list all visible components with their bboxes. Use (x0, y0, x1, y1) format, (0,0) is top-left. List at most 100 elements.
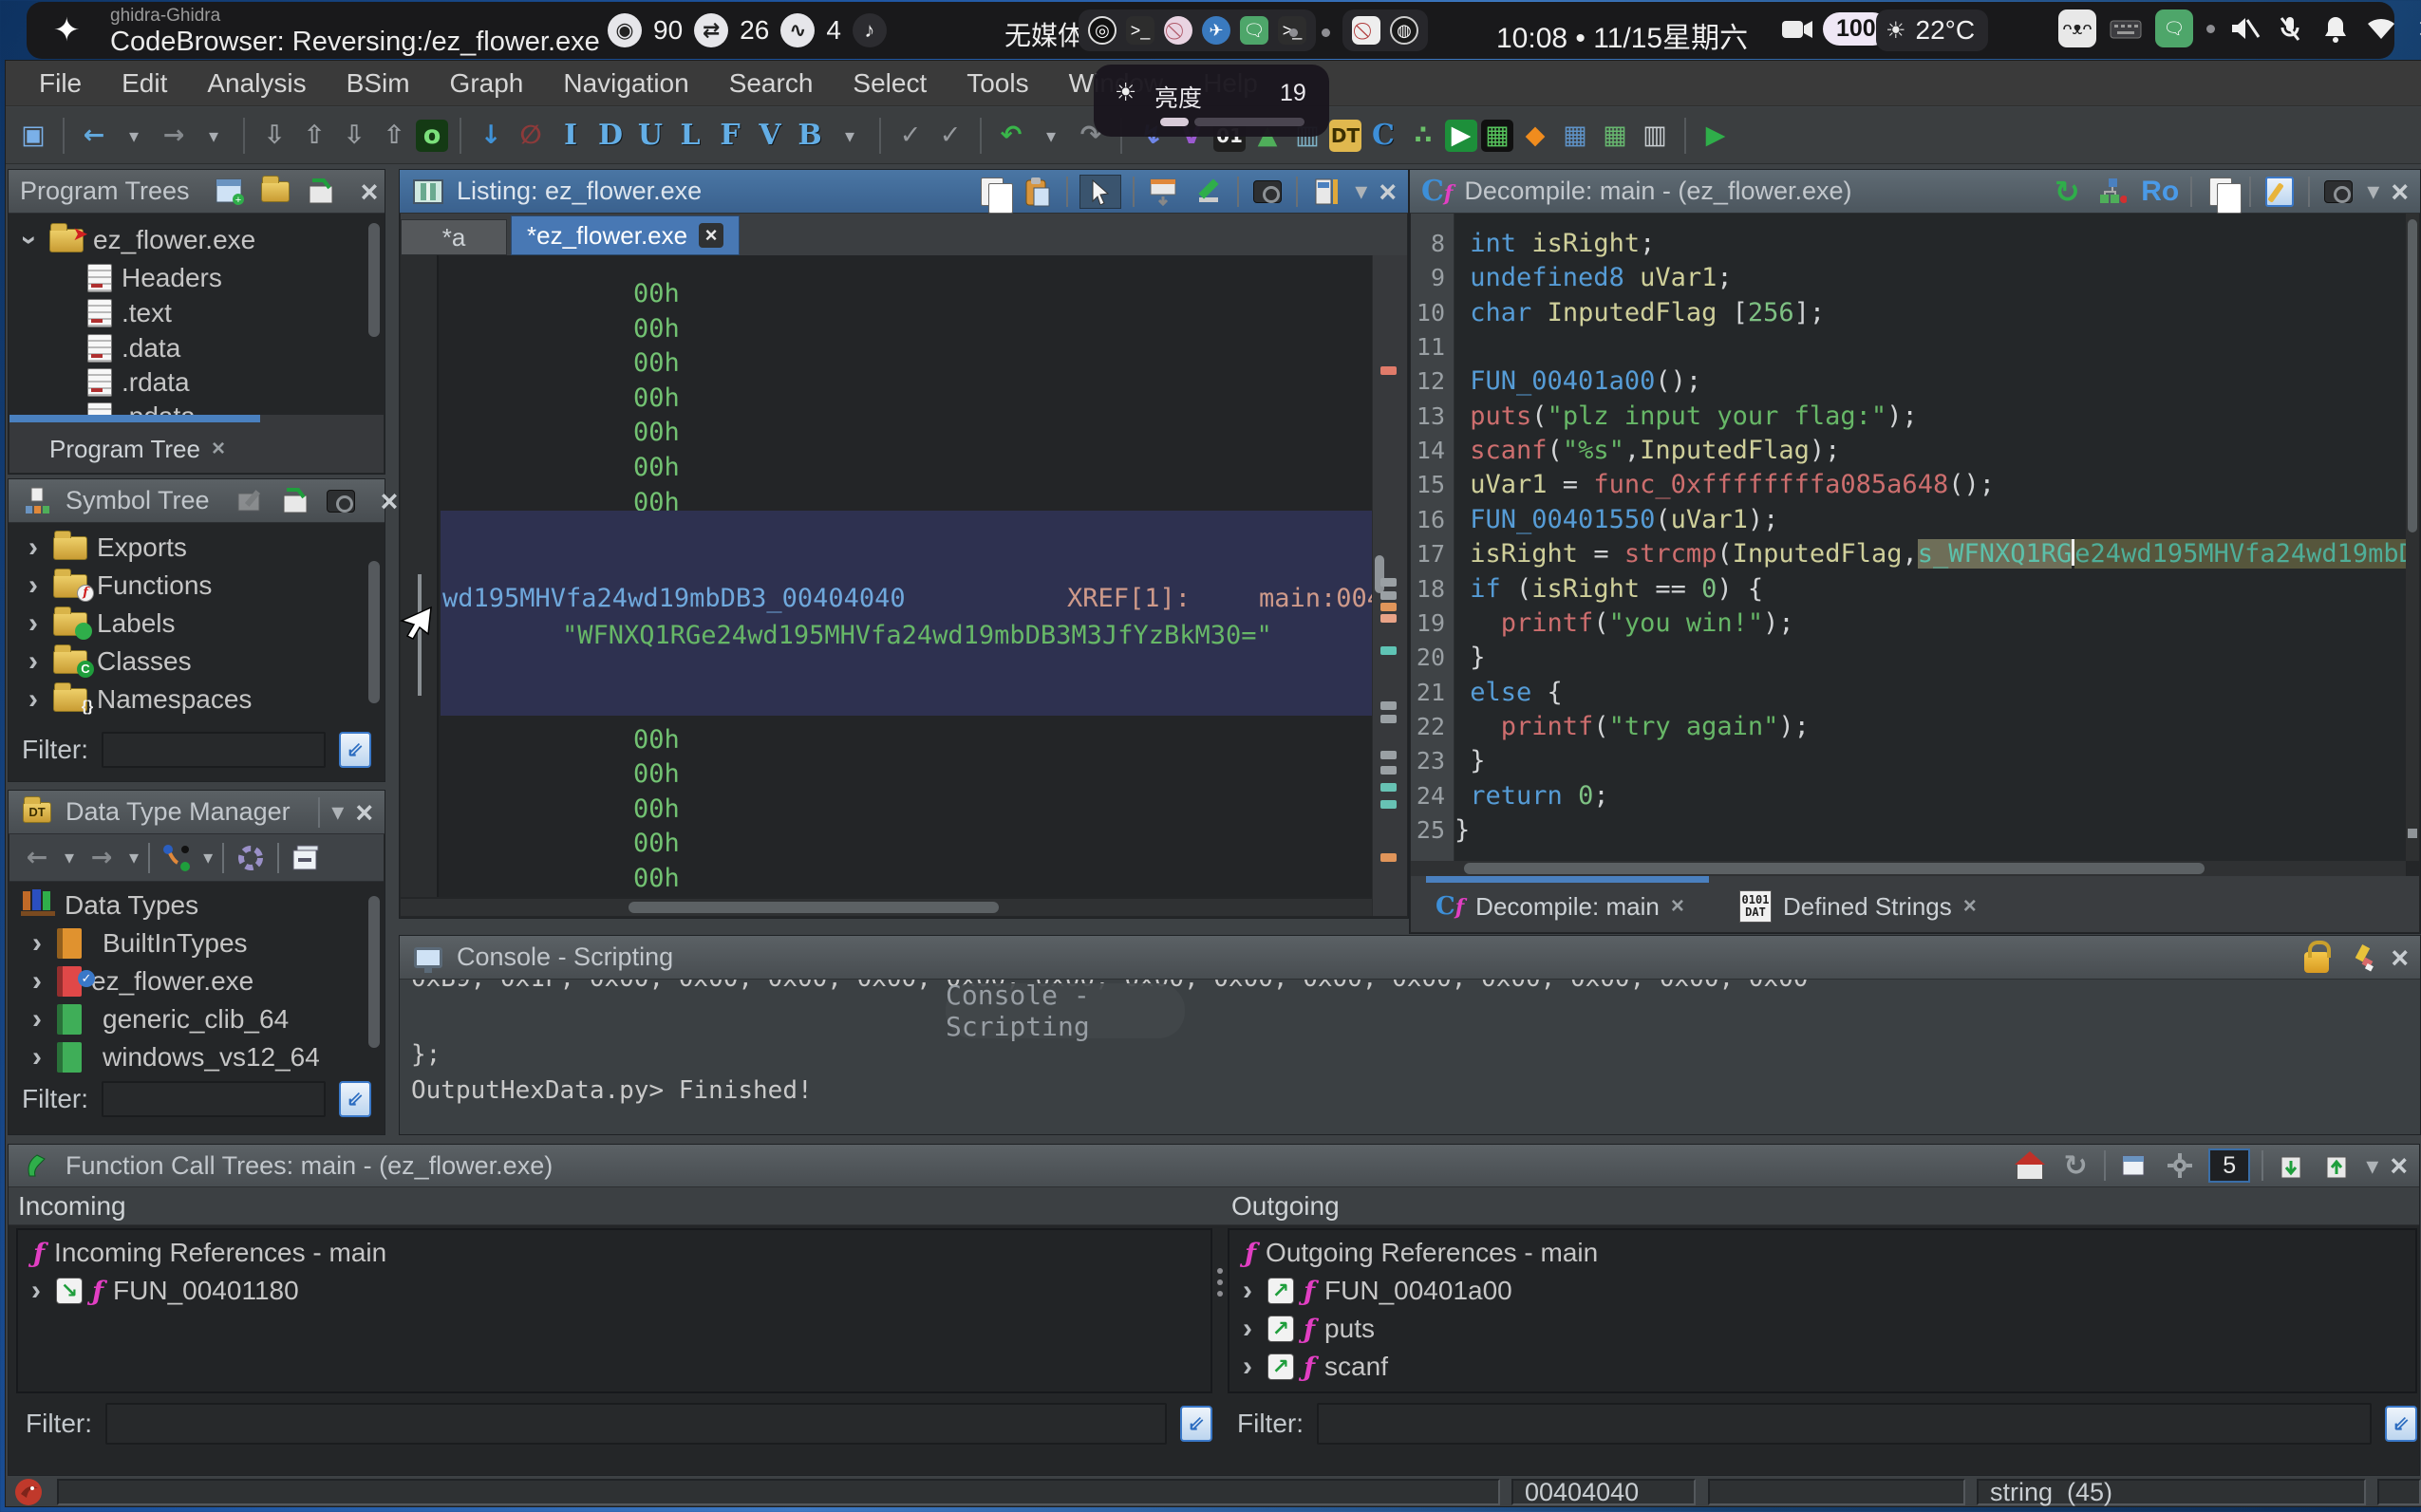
tree-vertical-scrollbar[interactable] (368, 223, 380, 337)
symbol-category-row[interactable]: ›fFunctions (23, 567, 212, 605)
snapshot-camera-icon[interactable] (324, 484, 358, 518)
create-instruction-icon[interactable]: I (553, 117, 589, 155)
decompiler-line[interactable]: 19 printf("you win!"); (1411, 608, 2393, 643)
volume-muted-icon[interactable] (2228, 12, 2261, 45)
decompiler-line[interactable]: 12 FUN_00401a00(); (1411, 366, 2393, 401)
decompiler-line[interactable]: 11 (1411, 332, 2393, 366)
chevron-icon[interactable]: › (23, 569, 44, 602)
nav-forward-icon[interactable]: → (156, 117, 192, 155)
nav-back-dropdown-icon[interactable]: ▾ (116, 117, 152, 155)
marker-scroll-thumb[interactable] (1375, 555, 1384, 593)
dtm-scrollbar[interactable] (368, 896, 380, 1048)
page-up-icon[interactable]: ⇧ (296, 117, 332, 155)
close-tab-icon[interactable]: × (699, 223, 723, 248)
clear-code-icon[interactable]: ∅ (513, 117, 549, 155)
decompiler-line[interactable]: 8 int isRight; (1411, 229, 2393, 263)
edit-listing-icon[interactable] (1192, 175, 1226, 209)
create-function-icon[interactable]: F (712, 117, 748, 155)
listing-dropdown-icon[interactable]: ▾ (1355, 177, 1367, 206)
decompile-header[interactable]: Cf Decompile: main - (ez_flower.exe) ↻ R… (1410, 170, 2420, 214)
blocked-tray-icon[interactable]: ⃠ (1164, 16, 1192, 45)
outgoing-filter-input[interactable] (1317, 1403, 2372, 1445)
decompile-code-view[interactable]: 8 int isRight;9 undefined8 uVar1;10 char… (1411, 214, 2406, 861)
scroll-lock-icon[interactable] (2299, 941, 2334, 975)
cpu-gauge-icon[interactable]: ◉ (608, 13, 642, 47)
decompiler-line[interactable]: 10 char InputedFlag [256]; (1411, 298, 2393, 332)
new-tree-icon[interactable]: + (213, 175, 247, 209)
listing-hscrollbar[interactable] (401, 899, 1373, 916)
keyboard-icon[interactable] (2110, 12, 2142, 45)
menu-tools[interactable]: Tools (947, 61, 1048, 105)
chart-icon[interactable]: ▥ (1637, 117, 1673, 155)
globe-tray-icon[interactable]: ✈ (1202, 16, 1230, 45)
chevron-icon[interactable]: › (27, 1003, 47, 1036)
document-blocked-icon[interactable]: ⃠ (1352, 16, 1380, 45)
decompiler-line[interactable]: 21 else { (1411, 678, 2393, 712)
dtm-header[interactable]: DT Data Type Manager ▾ × (9, 791, 385, 834)
tab-a[interactable]: *a (401, 219, 507, 255)
decompile-vscrollbar[interactable] (2406, 214, 2419, 861)
terminal-cat-tray-icon[interactable]: >_ (1126, 16, 1154, 45)
archive-row[interactable]: ›BuiltInTypes (27, 924, 248, 962)
dtm-forward-dropdown-icon[interactable]: ▾ (129, 846, 139, 869)
outgoing-tree[interactable]: ƒ Outgoing References - main ›↗ƒFUN_0040… (1228, 1228, 2417, 1393)
decompiler-line[interactable]: 24 return 0; (1411, 781, 2393, 815)
tree-horizontal-scrollbar[interactable] (9, 415, 384, 422)
conflict-resolution-icon[interactable] (160, 841, 194, 875)
new-window-icon[interactable] (2117, 1148, 2151, 1183)
decompiler-line[interactable]: 20 } (1411, 643, 2393, 677)
nav-back-icon[interactable]: ← (76, 117, 112, 155)
mic-muted-icon[interactable] (2274, 12, 2306, 45)
run-icon[interactable]: ▶ (1445, 120, 1477, 152)
camcorder-icon[interactable] (1781, 17, 1815, 48)
readonly-toggle[interactable]: Ro (2141, 176, 2179, 208)
tab-defined-strings[interactable]: 0101DAT Defined Strings × (1724, 887, 1992, 925)
close-panel-icon[interactable]: × (361, 177, 379, 207)
undo-dropdown-icon[interactable]: ▾ (1033, 117, 1069, 155)
tray-dot-1[interactable] (1289, 28, 1298, 37)
create-undefined-icon[interactable]: U (632, 117, 668, 155)
close-panel-icon[interactable]: × (381, 486, 399, 516)
chevron-icon[interactable]: › (1237, 1275, 1258, 1307)
swap-arrows-icon[interactable]: ⇄ (694, 13, 728, 47)
console-header[interactable]: Console - Scripting × (400, 936, 2420, 980)
media-status[interactable]: 无媒体 (1004, 15, 1084, 53)
chevron-icon[interactable]: › (1237, 1313, 1258, 1345)
listing-byte-row[interactable]: 00h (633, 864, 680, 897)
listing-byte-row[interactable]: 00h (633, 829, 680, 863)
decompiler-line[interactable]: 23 } (1411, 746, 2393, 780)
filter-options-icon[interactable]: ⇙ (339, 732, 371, 768)
settings-gear-icon[interactable] (2163, 1148, 2197, 1183)
home-function-icon[interactable] (2013, 1148, 2047, 1183)
filter-options-icon[interactable]: ⇙ (1180, 1406, 1212, 1442)
refresh-icon[interactable]: ↻ (2050, 175, 2084, 209)
create-variable-icon[interactable]: V (752, 117, 788, 155)
listing-byte-row[interactable]: 00h (633, 383, 680, 418)
decompiler-line[interactable]: 25} (1411, 815, 2393, 849)
music-note-icon[interactable]: ♪ (853, 13, 887, 47)
weather-widget[interactable]: ☀ 22°C (1876, 9, 1988, 51)
mirror-icon[interactable]: ◍ (1390, 16, 1418, 45)
archive-row[interactable]: ›✓ez_flower.exe (27, 962, 253, 1000)
tab-program-tree[interactable]: Program Tree × (34, 430, 240, 468)
chevron-icon[interactable]: › (27, 965, 47, 998)
refresh-archives-icon[interactable] (234, 841, 268, 875)
validate2-icon[interactable]: ✓ (932, 117, 968, 155)
import-tree-icon[interactable] (304, 175, 338, 209)
snapshot-camera-icon[interactable] (1250, 175, 1285, 209)
active-window-info[interactable]: ghidra-Ghidra CodeBrowser: Reversing:/ez… (110, 6, 600, 58)
symbol-tree-header[interactable]: Symbol Tree × (9, 479, 385, 523)
tray-dot-2[interactable] (1322, 28, 1330, 37)
clear-console-icon[interactable] (2345, 941, 2379, 975)
listing-byte-row[interactable]: 00h (633, 314, 680, 348)
fct-dropdown-icon[interactable]: ▾ (2366, 1151, 2378, 1181)
menu-search[interactable]: Search (709, 61, 834, 105)
scrollbar-thumb[interactable] (9, 415, 260, 422)
tree-section-row[interactable]: Headers (87, 259, 222, 297)
validate-icon[interactable]: ✓ (892, 117, 929, 155)
listing-byte-row[interactable]: 00h (633, 279, 680, 313)
edit-icon[interactable] (2262, 175, 2297, 209)
cursor-tool-toggle[interactable] (1079, 175, 1121, 209)
chevron-icon[interactable]: › (23, 645, 44, 678)
fct-header[interactable]: Function Call Trees: main - (ez_flower.e… (9, 1145, 2419, 1187)
